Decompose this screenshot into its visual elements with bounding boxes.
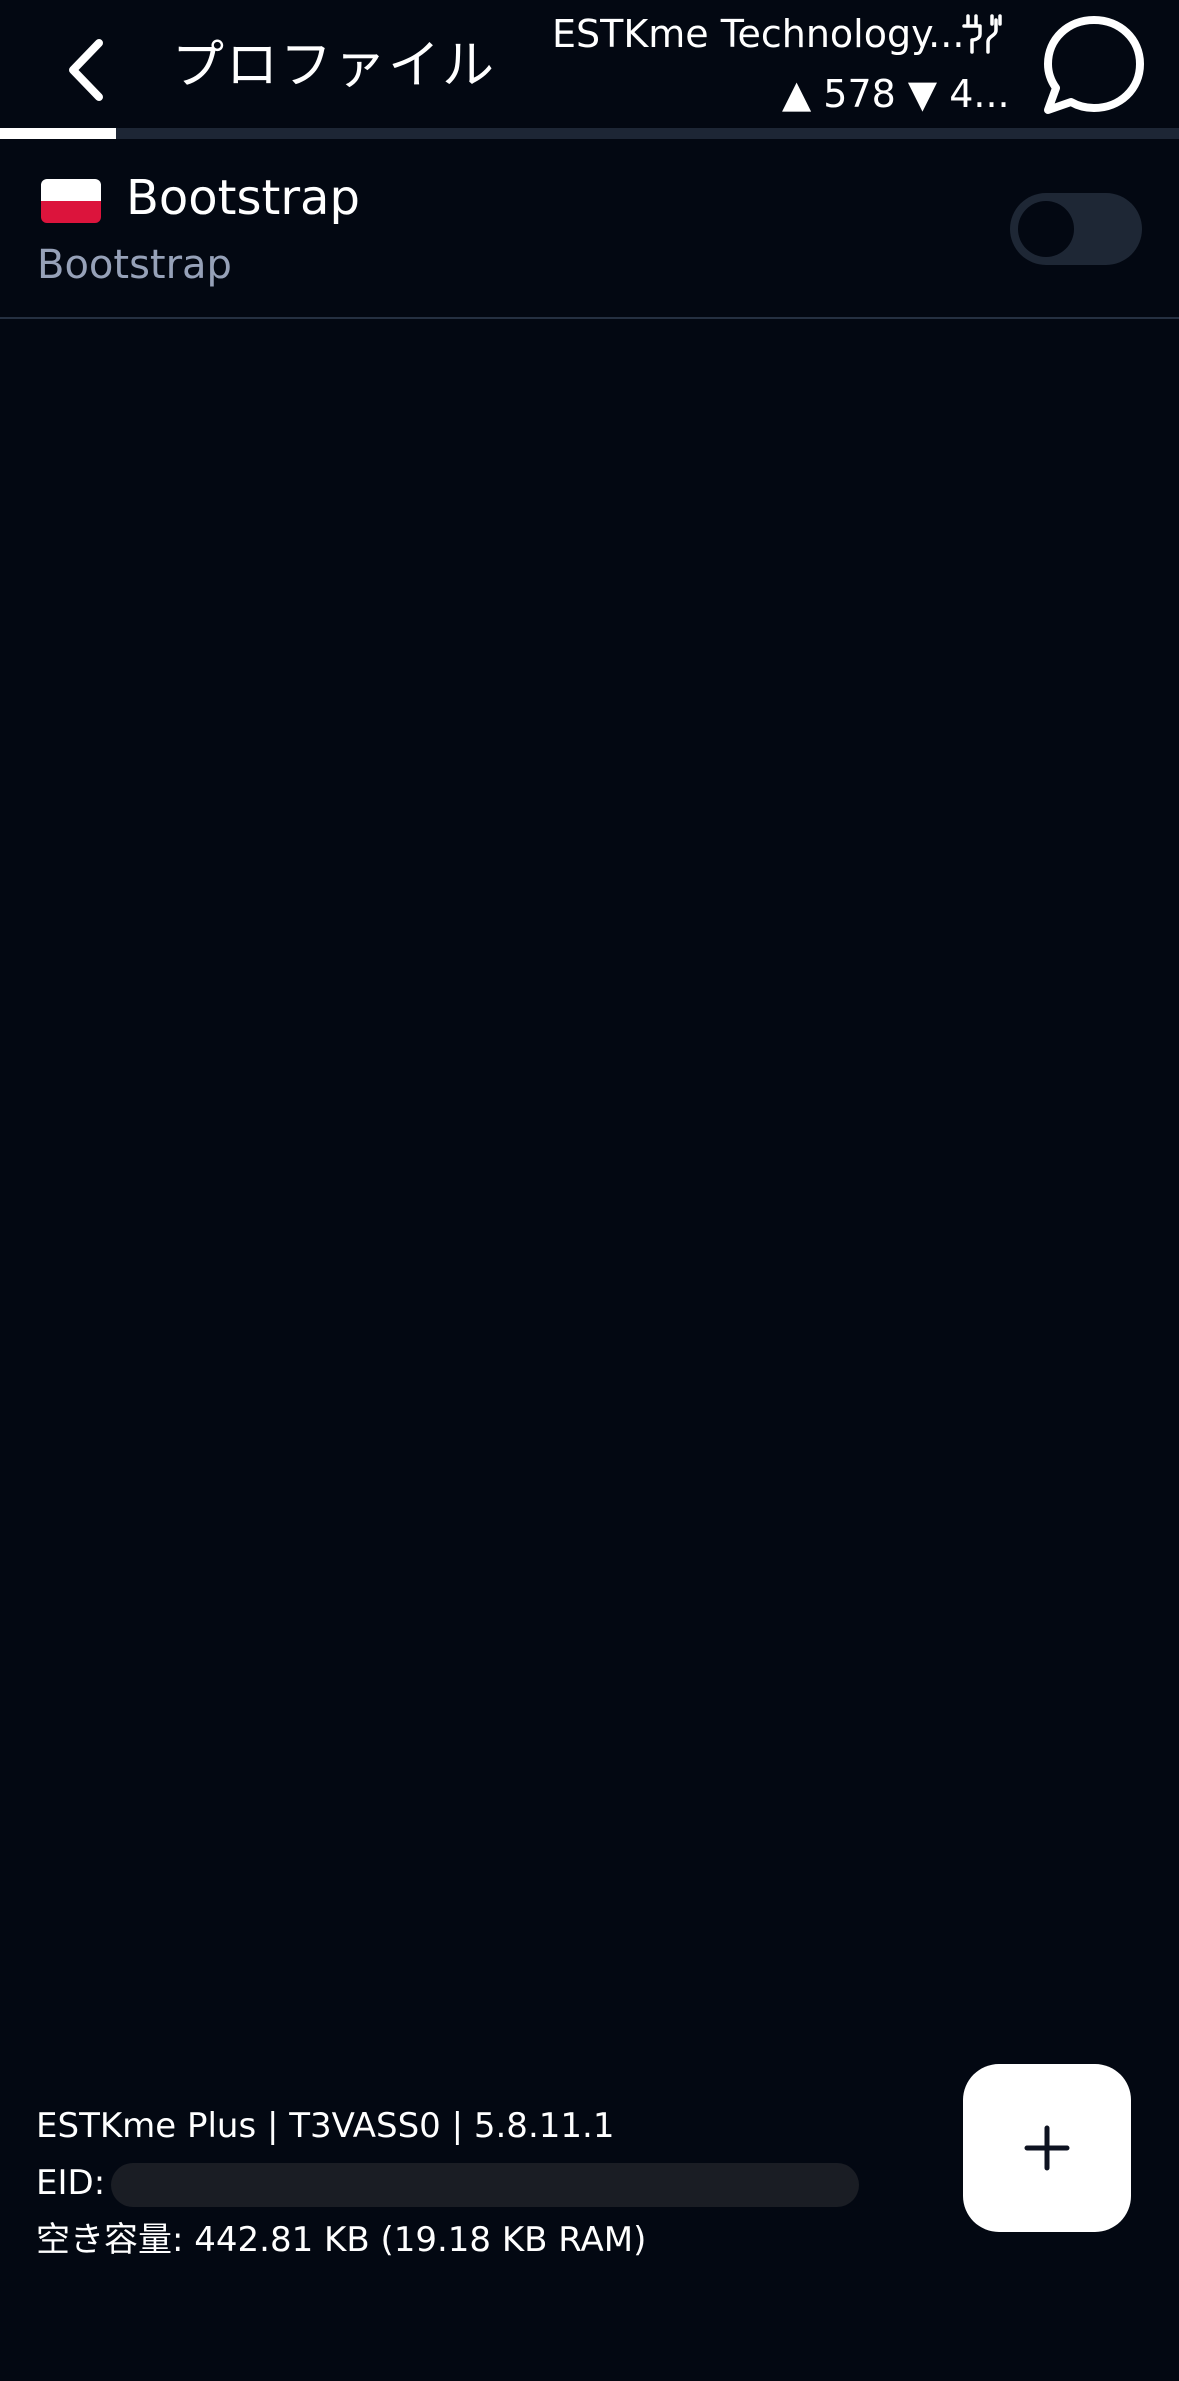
profile-name: Bootstrap	[126, 170, 360, 226]
add-profile-button[interactable]	[963, 2064, 1131, 2232]
tab-indicator-active	[0, 128, 116, 139]
eid-label: EID:	[36, 2163, 106, 2203]
plus-icon	[1024, 2125, 1070, 2171]
chat-bubble-icon	[1044, 16, 1144, 114]
top-bar: プロファイル ESTKme Technology... ▲ 578 ▼ 4...	[0, 0, 1179, 128]
device-name: ESTKme Technology...	[552, 12, 965, 56]
chat-button[interactable]	[1040, 12, 1148, 120]
chevron-left-icon	[69, 39, 103, 101]
toggle-knob	[1018, 201, 1074, 257]
free-space-line: 空き容量: 442.81 KB (19.18 KB RAM)	[36, 2220, 647, 2260]
flag-poland-icon	[41, 179, 101, 223]
app-screen: プロファイル ESTKme Technology... ▲ 578 ▼ 4...…	[0, 0, 1179, 2381]
eid-redacted	[111, 2162, 860, 2207]
tab-indicator-track	[0, 128, 1179, 139]
profile-enable-toggle[interactable]	[1010, 193, 1142, 265]
eid-line: EID:	[36, 2155, 860, 2212]
profile-list-item[interactable]: Bootstrap Bootstrap	[0, 139, 1179, 319]
device-info-panel: ESTKme Plus | T3VASS0 | 5.8.11.1 EID: 空き…	[36, 2098, 860, 2269]
usb-connection-icon	[962, 14, 1002, 54]
signal-stats: ▲ 578 ▼ 4...	[782, 72, 1010, 116]
profile-nickname: Bootstrap	[37, 242, 232, 288]
device-info-line: ESTKme Plus | T3VASS0 | 5.8.11.1	[36, 2106, 615, 2146]
page-title: プロファイル	[172, 36, 497, 96]
back-button[interactable]	[50, 30, 120, 110]
